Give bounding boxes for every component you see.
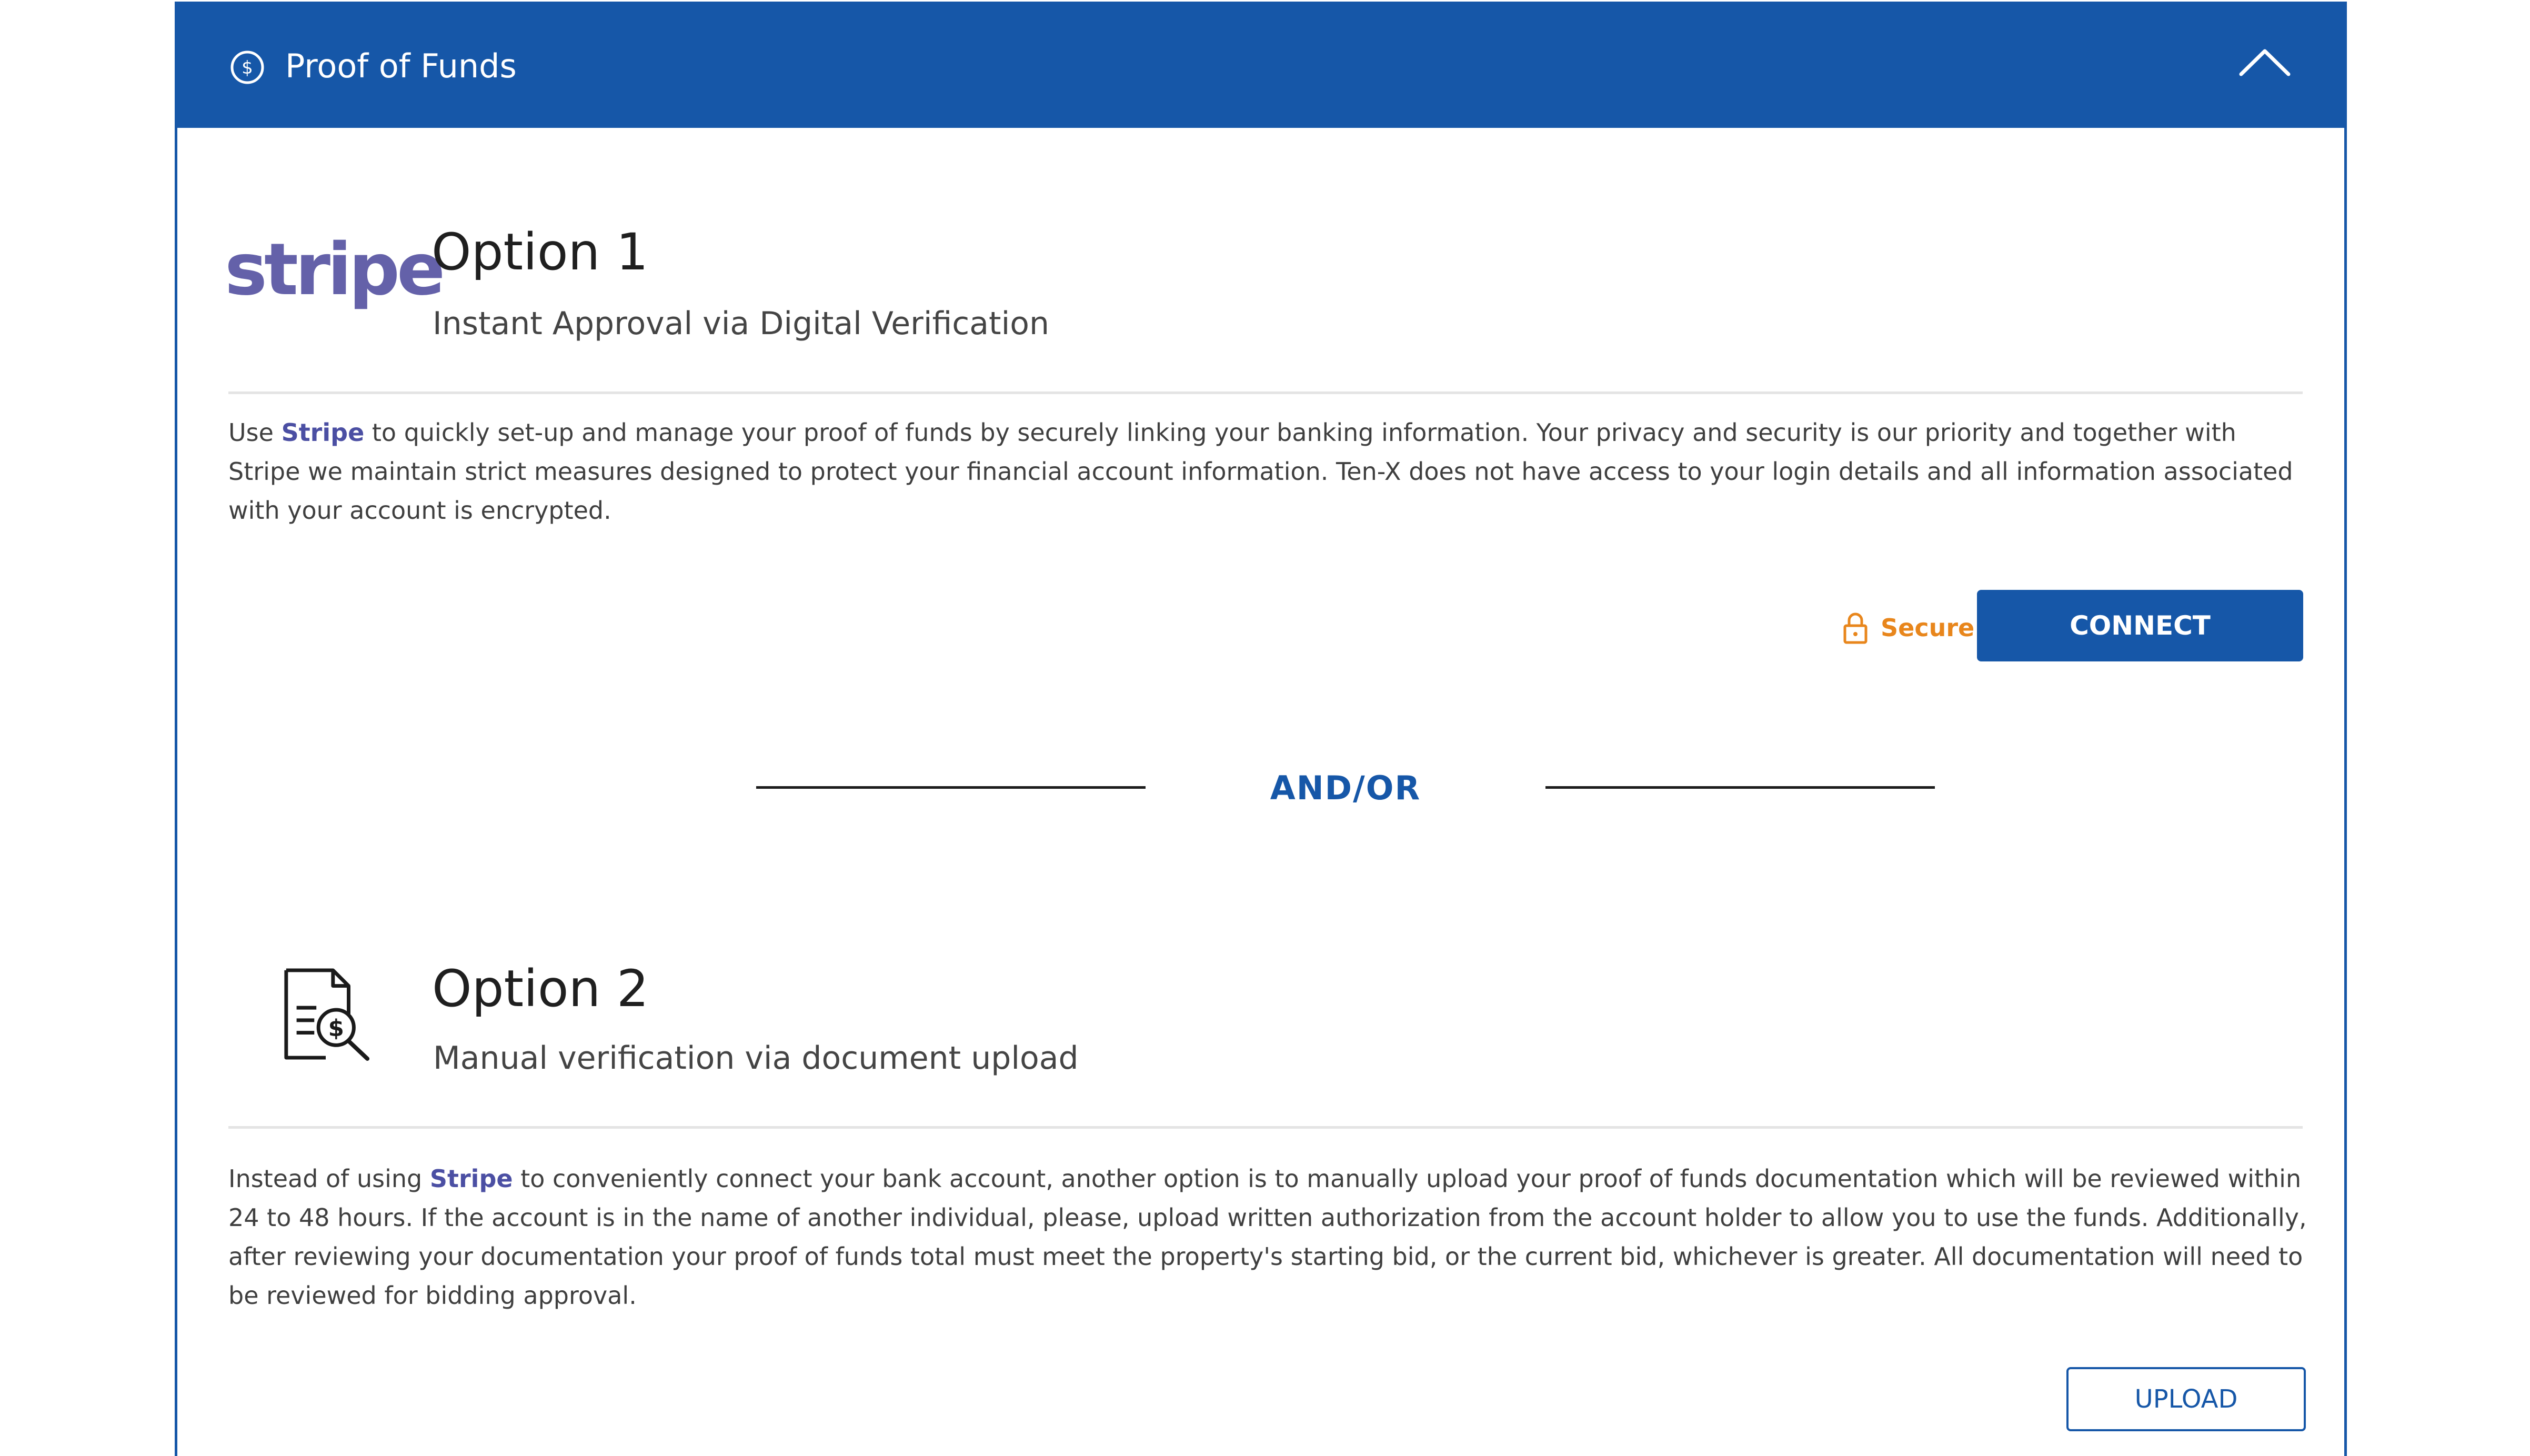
secure-label: Secure [1881, 614, 1975, 642]
panel-title: Proof of Funds [285, 47, 517, 85]
option1-subtitle: Instant Approval via Digital Verificatio… [433, 305, 1049, 342]
option1-title: Option 1 [431, 223, 648, 282]
svg-text:$: $ [328, 1016, 344, 1042]
stripe-link: Stripe [429, 1164, 513, 1193]
option2-divider [228, 1126, 2303, 1129]
dollar-circle-icon: $ [230, 51, 264, 84]
option1-description: Use Stripe to quickly set-up and manage … [228, 418, 2293, 525]
option2-title: Option 2 [432, 959, 649, 1018]
connect-button[interactable]: CONNECT [1977, 590, 2303, 661]
secure-indicator: Secure [1843, 607, 1974, 649]
separator-line-left [756, 786, 1146, 789]
document-dollar-search-icon: $ [284, 968, 370, 1061]
panel-header[interactable]: $ Proof of Funds [177, 2, 2344, 128]
stripe-logo: stripe [225, 228, 445, 312]
upload-button[interactable]: UPLOAD [2066, 1367, 2306, 1431]
and-or-separator-label: AND/OR [1270, 769, 1421, 807]
separator-line-right [1545, 786, 1935, 789]
option1-divider [228, 391, 2303, 394]
proof-of-funds-panel: $ Proof of Funds stripe Option 1 Instant… [175, 2, 2347, 1456]
option2-subtitle: Manual verification via document upload [433, 1040, 1079, 1077]
chevron-up-icon[interactable] [2239, 47, 2291, 76]
option2-description: Instead of using Stripe to conveniently … [228, 1164, 2307, 1310]
lock-icon [1843, 612, 1868, 644]
svg-text:$: $ [242, 57, 253, 78]
stripe-link: Stripe [281, 418, 365, 447]
